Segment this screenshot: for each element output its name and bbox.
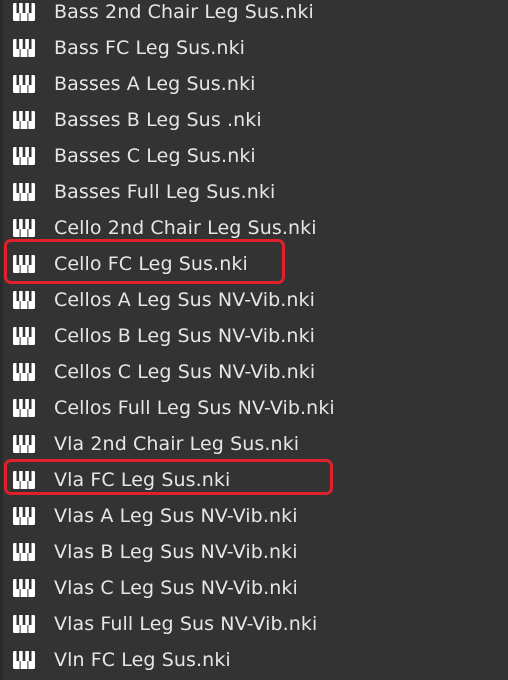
list-item[interactable]: Cello 2nd Chair Leg Sus.nki — [0, 210, 508, 246]
instrument-file-icon — [12, 614, 36, 634]
instrument-file-icon — [12, 290, 36, 310]
instrument-file-icon — [12, 362, 36, 382]
instrument-file-icon — [12, 218, 36, 238]
file-name: Vlas A Leg Sus NV-Vib.nki — [54, 505, 298, 527]
list-item[interactable]: Vln FC Leg Sus.nki — [0, 642, 508, 678]
instrument-file-icon — [12, 110, 36, 130]
list-item[interactable]: Basses C Leg Sus.nki — [0, 138, 508, 174]
file-list: Bass 2nd Chair Leg Sus.nki Bass FC Leg S… — [0, 0, 508, 678]
instrument-file-icon — [12, 470, 36, 490]
file-name: Cello 2nd Chair Leg Sus.nki — [54, 217, 317, 239]
list-item[interactable]: Basses B Leg Sus .nki — [0, 102, 508, 138]
list-item-highlighted[interactable]: Cello FC Leg Sus.nki — [0, 246, 508, 282]
list-item[interactable]: Bass FC Leg Sus.nki — [0, 30, 508, 66]
list-item[interactable]: Cellos Full Leg Sus NV-Vib.nki — [0, 390, 508, 426]
file-name: Cello FC Leg Sus.nki — [54, 253, 248, 275]
instrument-file-icon — [12, 146, 36, 166]
list-item[interactable]: Vlas C Leg Sus NV-Vib.nki — [0, 570, 508, 606]
instrument-file-icon — [12, 578, 36, 598]
file-name: Cellos Full Leg Sus NV-Vib.nki — [54, 397, 335, 419]
instrument-file-icon — [12, 2, 36, 22]
list-item[interactable]: Basses Full Leg Sus.nki — [0, 174, 508, 210]
file-name: Cellos B Leg Sus NV-Vib.nki — [54, 325, 316, 347]
instrument-file-icon — [12, 506, 36, 526]
file-name: Basses A Leg Sus.nki — [54, 73, 256, 95]
list-item[interactable]: Vlas Full Leg Sus NV-Vib.nki — [0, 606, 508, 642]
file-name: Basses Full Leg Sus.nki — [54, 181, 276, 203]
list-item[interactable]: Bass 2nd Chair Leg Sus.nki — [0, 0, 508, 30]
instrument-file-icon — [12, 182, 36, 202]
list-item[interactable]: Cellos A Leg Sus NV-Vib.nki — [0, 282, 508, 318]
list-item[interactable]: Basses A Leg Sus.nki — [0, 66, 508, 102]
file-name: Vln FC Leg Sus.nki — [54, 649, 231, 671]
list-item[interactable]: Vlas A Leg Sus NV-Vib.nki — [0, 498, 508, 534]
instrument-file-icon — [12, 326, 36, 346]
list-item[interactable]: Cellos C Leg Sus NV-Vib.nki — [0, 354, 508, 390]
file-name: Vlas C Leg Sus NV-Vib.nki — [54, 577, 298, 599]
instrument-file-icon — [12, 74, 36, 94]
list-item[interactable]: Vlas B Leg Sus NV-Vib.nki — [0, 534, 508, 570]
list-item-highlighted[interactable]: Vla FC Leg Sus.nki — [0, 462, 508, 498]
file-name: Vlas B Leg Sus NV-Vib.nki — [54, 541, 298, 563]
instrument-file-icon — [12, 254, 36, 274]
file-name: Basses C Leg Sus.nki — [54, 145, 256, 167]
instrument-file-icon — [12, 398, 36, 418]
instrument-file-icon — [12, 434, 36, 454]
instrument-file-icon — [12, 650, 36, 670]
file-name: Vla FC Leg Sus.nki — [54, 469, 231, 491]
file-name: Cellos C Leg Sus NV-Vib.nki — [54, 361, 316, 383]
file-name: Vlas Full Leg Sus NV-Vib.nki — [54, 613, 318, 635]
file-name: Bass 2nd Chair Leg Sus.nki — [54, 1, 314, 23]
file-name: Bass FC Leg Sus.nki — [54, 37, 246, 59]
list-item[interactable]: Cellos B Leg Sus NV-Vib.nki — [0, 318, 508, 354]
file-name: Cellos A Leg Sus NV-Vib.nki — [54, 289, 316, 311]
file-name: Basses B Leg Sus .nki — [54, 109, 262, 131]
instrument-file-icon — [12, 542, 36, 562]
instrument-file-icon — [12, 38, 36, 58]
file-browser-panel: Bass 2nd Chair Leg Sus.nki Bass FC Leg S… — [0, 0, 508, 680]
list-item[interactable]: Vla 2nd Chair Leg Sus.nki — [0, 426, 508, 462]
file-name: Vla 2nd Chair Leg Sus.nki — [54, 433, 300, 455]
